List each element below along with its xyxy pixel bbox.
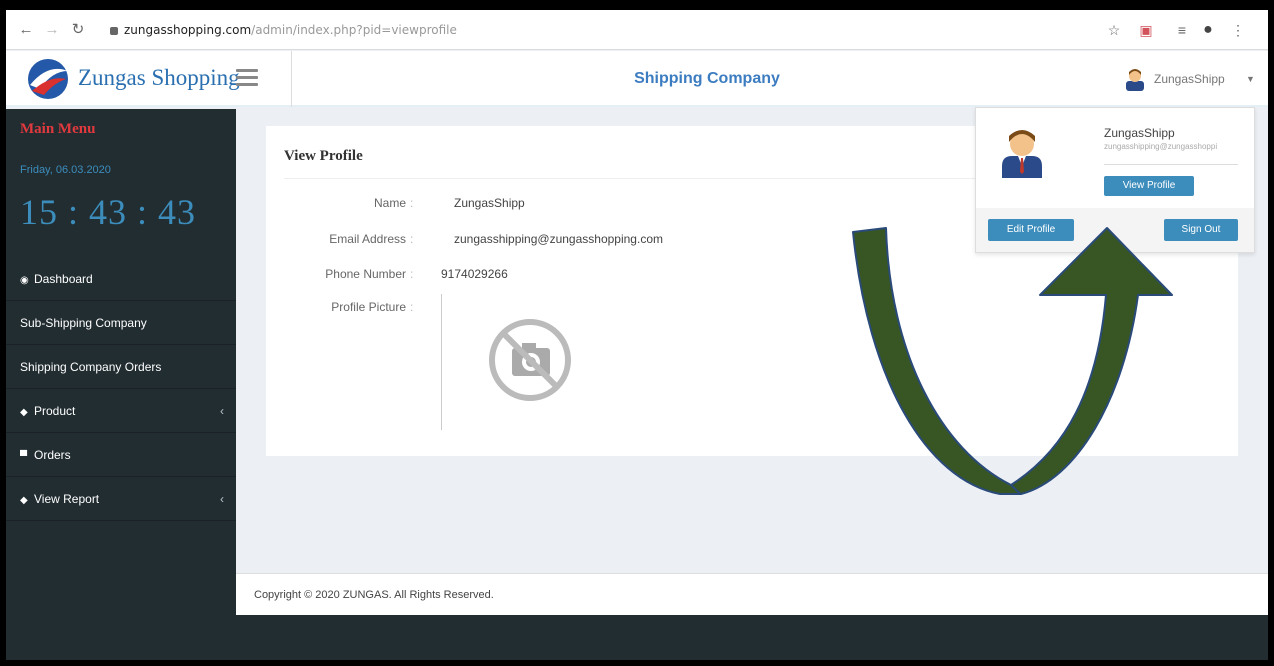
dashboard-icon: ◉ (20, 275, 29, 286)
dropdown-user-email: zungasshipping@zungasshoppi (1104, 142, 1218, 151)
sidebar-clock: 15 : 43 : 43 (20, 192, 197, 232)
sidebar-date: Friday, 06.03.2020 (20, 164, 111, 176)
hamburger-menu-icon[interactable] (236, 69, 258, 87)
sidebar-item-product[interactable]: ◆ Product ‹ (6, 389, 236, 433)
back-icon[interactable]: ← (16, 20, 36, 40)
sidebar-item-label: Product (34, 404, 76, 418)
user-avatar-icon (1126, 69, 1144, 91)
field-label-email: Email Address (329, 232, 406, 246)
no-photo-icon (489, 319, 571, 401)
user-name: ZungasShipp (1154, 72, 1225, 86)
address-bar[interactable]: zungasshopping.com/admin/index.php?pid=v… (110, 19, 1190, 41)
sidebar-item-label: Shipping Company Orders (20, 360, 162, 374)
more-menu-icon[interactable]: ⋮ (1228, 20, 1248, 40)
extension-icon[interactable]: ▣ (1136, 20, 1156, 40)
app-window: ← → ↻ zungasshopping.com/admin/index.php… (6, 10, 1268, 660)
logo-area: Zungas Shopping (6, 51, 292, 107)
sign-out-button[interactable]: Sign Out (1164, 219, 1238, 241)
sidebar-item-dashboard[interactable]: ◉ Dashboard (6, 257, 236, 301)
sidebar-item-sub-shipping-company[interactable]: Sub-Shipping Company (6, 301, 236, 345)
field-colon: : (410, 300, 414, 314)
field-value-name: ZungasShipp (454, 196, 525, 210)
field-label-profile-picture: Profile Picture (331, 300, 406, 314)
field-colon: : (410, 267, 414, 281)
view-profile-button[interactable]: View Profile (1104, 176, 1194, 196)
url-path: /admin/index.php?pid=viewprofile (251, 23, 457, 37)
sidebar-item-orders[interactable]: ▀ Orders (6, 433, 236, 477)
dropdown-user-name: ZungasShipp (1104, 126, 1175, 140)
reload-icon[interactable]: ↻ (68, 20, 88, 40)
reading-list-icon[interactable]: ≡ (1172, 20, 1192, 40)
sidebar-item-view-report[interactable]: ◆ View Report ‹ (6, 477, 236, 521)
chevron-left-icon: ‹ (220, 492, 224, 506)
sidebar-item-label: Orders (34, 448, 71, 462)
sidebar-item-label: View Report (34, 492, 100, 506)
brand-name[interactable]: Zungas Shopping (78, 65, 240, 91)
profile-heading: View Profile (284, 148, 363, 164)
footer-strip (236, 615, 1268, 660)
user-dropdown-header: ZungasShipp zungasshipping@zungasshoppi … (976, 108, 1254, 208)
page-footer: Copyright © 2020 ZUNGAS. All Rights Rese… (236, 573, 1268, 615)
sidebar: Main Menu Friday, 06.03.2020 15 : 43 : 4… (6, 109, 236, 660)
report-icon: ◆ (20, 495, 28, 506)
sidebar-item-label: Sub-Shipping Company (20, 316, 147, 330)
caret-down-icon: ▼ (1246, 74, 1255, 84)
browser-toolbar: ← → ↻ zungasshopping.com/admin/index.php… (6, 10, 1268, 50)
sidebar-title: Main Menu (20, 121, 96, 137)
cart-icon: ▀ (20, 451, 28, 462)
copyright-text: Copyright © 2020 ZUNGAS. All Rights Rese… (254, 589, 494, 601)
field-value-phone: 9174029266 (441, 267, 508, 281)
sidebar-item-shipping-company-orders[interactable]: Shipping Company Orders (6, 345, 236, 389)
edit-profile-button[interactable]: Edit Profile (988, 219, 1074, 241)
star-icon[interactable]: ☆ (1104, 20, 1124, 40)
account-icon[interactable]: ● (1198, 20, 1218, 40)
brand-logo-icon (28, 59, 68, 99)
user-dropdown: ZungasShipp zungasshipping@zungasshoppi … (975, 107, 1255, 253)
profile-picture-frame (441, 294, 445, 430)
forward-icon[interactable]: → (42, 20, 62, 40)
url-host: zungasshopping.com (124, 23, 252, 37)
field-label-phone: Phone Number (325, 267, 406, 281)
lock-icon (110, 27, 118, 35)
field-colon: : (410, 196, 414, 210)
divider (1104, 164, 1238, 165)
user-avatar-icon (1002, 130, 1042, 178)
sidebar-item-label: Dashboard (34, 272, 93, 286)
field-colon: : (410, 232, 414, 246)
user-menu-toggle[interactable]: ZungasShipp ▼ (1116, 51, 1268, 107)
page-header-title: Shipping Company (634, 70, 780, 87)
field-label-name: Name (373, 196, 406, 210)
app-header: Zungas Shopping Shipping Company ZungasS… (6, 51, 1268, 107)
chevron-left-icon: ‹ (220, 404, 224, 418)
cube-icon: ◆ (20, 407, 28, 418)
field-value-email: zungasshipping@zungasshopping.com (454, 232, 663, 246)
